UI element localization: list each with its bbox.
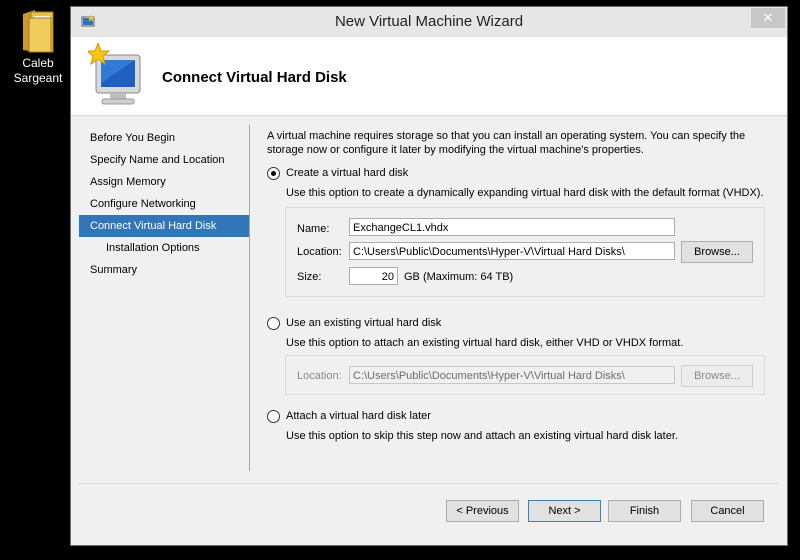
folder-icon [23,10,54,53]
browse-button[interactable]: Browse... [681,241,753,263]
wizard-monitor-icon [88,43,141,105]
existing-browse-button[interactable]: Browse... [681,365,753,387]
name-label: Name: [297,223,330,235]
vhd-size-input[interactable]: 20 [349,267,398,285]
wizard-window: New Virtual Machine Wizard ✕ Connect Vir… [70,6,788,546]
nav-item-configure-networking[interactable]: Configure Networking [79,193,249,215]
previous-button[interactable]: < Previous [446,500,519,522]
create-vhd-group: Name: ExchangeCL1.vhdx Location: C:\User… [285,207,765,297]
wizard-steps-nav: Before You Begin Specify Name and Locati… [79,127,249,281]
intro-text: A virtual machine requires storage so th… [267,130,746,156]
create-vhd-radio[interactable] [267,166,280,180]
vhd-location-input[interactable]: C:\Users\Public\Documents\Hyper-V\Virtua… [349,242,675,260]
page-title: Connect Virtual Hard Disk [162,69,347,86]
existing-location-label: Location: [297,370,342,382]
nav-item-specify-name-and-location[interactable]: Specify Name and Location [79,149,249,171]
create-vhd-label: Create a virtual hard disk [286,167,409,179]
nav-divider [249,125,250,471]
size-label: Size: [297,271,322,283]
existing-vhd-radio[interactable] [267,316,280,330]
existing-vhd-option[interactable]: Use an existing virtual hard disk [267,315,441,331]
nav-item-installation-options[interactable]: Installation Options [79,237,249,259]
next-button[interactable]: Next > [528,500,601,522]
location-label: Location: [297,246,342,258]
nav-item-before-you-begin[interactable]: Before You Begin [79,127,249,149]
nav-item-assign-memory[interactable]: Assign Memory [79,171,249,193]
close-icon: ✕ [762,10,774,25]
create-vhd-description: Use this option to create a dynamically … [286,187,764,199]
window-title: New Virtual Machine Wizard [334,13,524,30]
finish-button[interactable]: Finish [608,500,681,522]
wizard-header: Connect Virtual Hard Disk [71,37,787,116]
footer-divider [79,483,779,484]
existing-vhd-group: Location: C:\Users\Public\Documents\Hype… [285,355,765,395]
existing-location-input[interactable]: C:\Users\Public\Documents\Hyper-V\Virtua… [349,366,675,384]
attach-later-description: Use this option to skip this step now an… [286,430,678,442]
attach-later-option[interactable]: Attach a virtual hard disk later [267,408,431,424]
attach-later-label: Attach a virtual hard disk later [286,410,431,422]
create-vhd-option[interactable]: Create a virtual hard disk [267,165,408,181]
attach-later-radio[interactable] [267,409,280,423]
size-unit-text: GB (Maximum: 64 TB) [404,271,514,283]
cancel-button[interactable]: Cancel [691,500,764,522]
desktop-icon-label: Caleb Sargeant [13,56,63,85]
nav-item-summary[interactable]: Summary [79,259,249,281]
existing-vhd-label: Use an existing virtual hard disk [286,317,442,329]
desktop-folder-shortcut[interactable]: Caleb Sargeant [10,8,66,86]
title-bar[interactable]: New Virtual Machine Wizard ✕ [71,7,787,37]
existing-vhd-description: Use this option to attach an existing vi… [286,337,684,349]
vhd-name-input[interactable]: ExchangeCL1.vhdx [349,218,675,236]
close-button[interactable]: ✕ [751,8,785,28]
nav-item-connect-virtual-hard-disk[interactable]: Connect Virtual Hard Disk [79,215,249,237]
